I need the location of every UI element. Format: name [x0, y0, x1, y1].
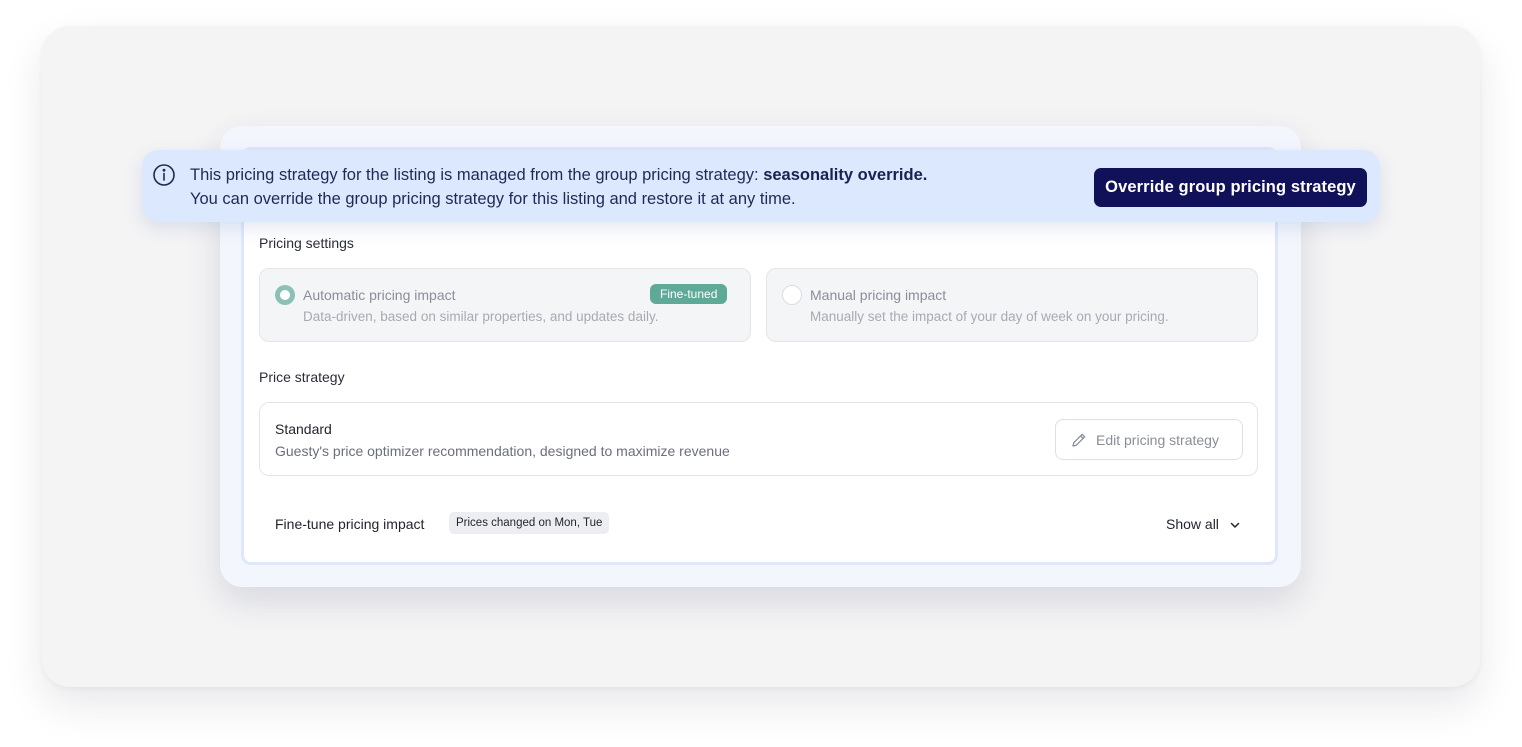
automatic-pricing-option[interactable]: Automatic pricing impact Fine-tuned Data… — [259, 268, 751, 342]
price-strategy-heading: Price strategy — [259, 369, 345, 385]
manual-pricing-description: Manually set the impact of your day of w… — [810, 309, 1169, 324]
banner-message-line2: You can override the group pricing strat… — [190, 190, 796, 208]
banner-strategy-name: seasonality override. — [763, 166, 928, 184]
override-group-strategy-button[interactable]: Override group pricing strategy — [1094, 168, 1367, 207]
strategy-description: Guesty's price optimizer recommendation,… — [275, 443, 730, 459]
chevron-down-icon — [1230, 523, 1240, 529]
automatic-pricing-description: Data-driven, based on similar properties… — [303, 309, 659, 324]
info-icon — [153, 164, 175, 186]
manual-pricing-radio[interactable] — [782, 285, 802, 305]
edit-pricing-strategy-label: Edit pricing strategy — [1096, 432, 1219, 448]
show-all-label: Show all — [1166, 516, 1219, 532]
strategy-name: Standard — [275, 421, 332, 437]
show-all-toggle[interactable]: Show all — [1166, 516, 1241, 532]
pencil-icon — [1072, 433, 1086, 447]
banner-message-line1: This pricing strategy for the listing is… — [190, 166, 927, 185]
automatic-pricing-radio[interactable] — [275, 285, 295, 305]
manual-pricing-title: Manual pricing impact — [810, 287, 947, 303]
group-strategy-banner: This pricing strategy for the listing is… — [142, 150, 1380, 222]
fine-tuned-badge: Fine-tuned — [650, 284, 728, 304]
automatic-pricing-title: Automatic pricing impact — [303, 287, 456, 303]
fine-tune-heading: Fine-tune pricing impact — [275, 516, 425, 532]
prices-changed-chip: Prices changed on Mon, Tue — [449, 512, 610, 534]
pricing-settings-heading: Pricing settings — [259, 235, 354, 251]
edit-pricing-strategy-button[interactable]: Edit pricing strategy — [1055, 419, 1243, 460]
manual-pricing-option[interactable]: Manual pricing impact Manually set the i… — [766, 268, 1258, 342]
price-strategy-card: Standard Guesty's price optimizer recomm… — [259, 402, 1258, 476]
banner-message-prefix: This pricing strategy for the listing is… — [190, 166, 764, 184]
